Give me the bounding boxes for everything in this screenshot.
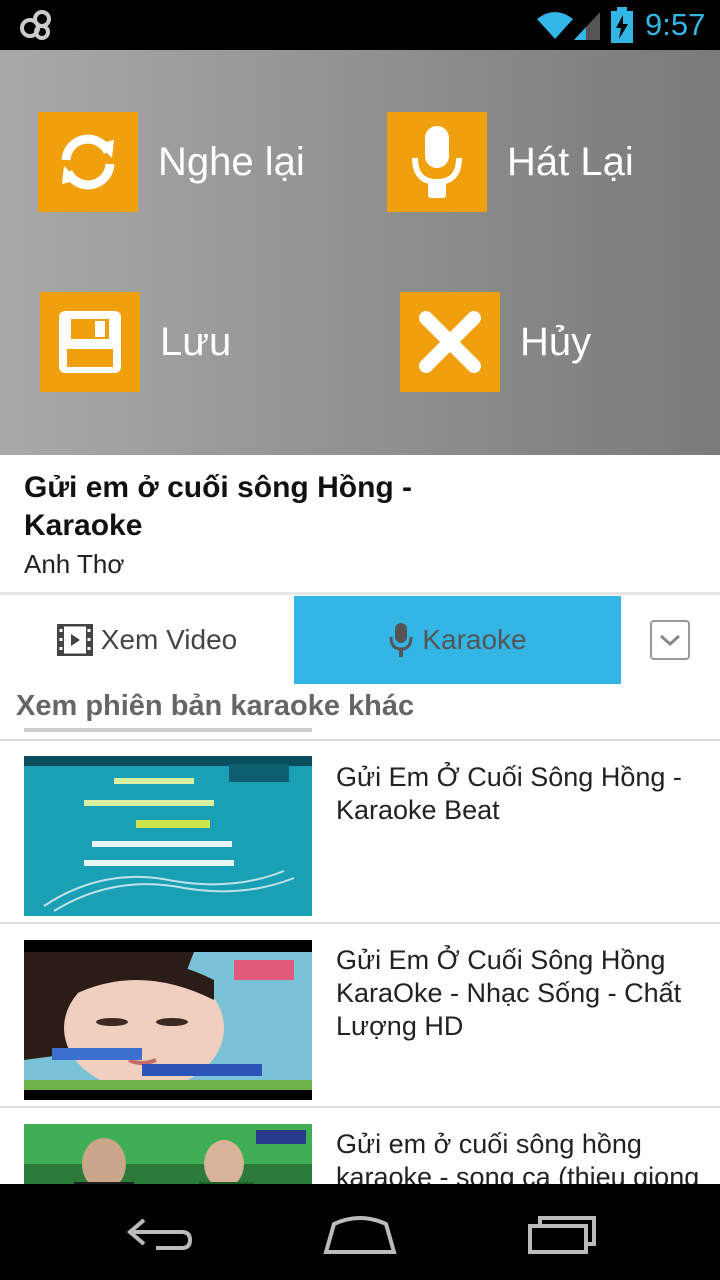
film-icon <box>56 624 93 656</box>
battery-icon <box>611 7 633 43</box>
video-thumbnail <box>24 940 312 1100</box>
list-item[interactable]: Gửi em ở cuối sông hồng karaoke - song c… <box>0 1108 720 1184</box>
clock: 9:57 <box>645 7 706 42</box>
tab-karaoke-label: Karaoke <box>422 624 527 655</box>
save-label: Lưu <box>160 319 232 364</box>
list-item[interactable]: Gửi Em Ở Cuối Sông Hồng KaraOke - Nhạc S… <box>0 924 720 1106</box>
cancel-button[interactable]: Hủy <box>400 292 591 392</box>
action-panel: Nghe lại Hát Lại Lưu Hủy <box>0 50 720 455</box>
song-title: Gửi em ở cuối sông Hồng - Karaoke <box>24 471 413 542</box>
microphone-icon <box>387 112 487 212</box>
song-info: Gửi em ở cuối sông Hồng - Karaoke Anh Th… <box>0 455 720 595</box>
status-bar: 9:57 <box>0 0 720 50</box>
save-icon <box>40 292 140 392</box>
navigation-bar <box>0 1184 720 1280</box>
section-underline <box>24 728 312 732</box>
dropdown-button[interactable] <box>650 620 690 660</box>
list-item[interactable]: Gửi Em Ở Cuối Sông Hồng - Karaoke Beat <box>0 741 720 923</box>
replay-icon <box>38 112 138 212</box>
home-icon[interactable] <box>322 1214 398 1254</box>
video-title: Gửi Em Ở Cuối Sông Hồng KaraOke - Nhạc S… <box>336 945 682 1041</box>
video-title: Gửi em ở cuối sông hồng karaoke - song c… <box>336 1129 700 1184</box>
back-icon[interactable] <box>126 1216 194 1252</box>
mode-tabs: Xem Video Karaoke <box>0 596 720 684</box>
tab-video[interactable]: Xem Video <box>0 596 294 684</box>
recent-apps-icon[interactable] <box>526 1214 598 1254</box>
app-notification-icon <box>20 10 51 40</box>
wifi-icon <box>537 12 573 39</box>
signal-icon <box>574 12 600 40</box>
cancel-label: Hủy <box>520 319 592 364</box>
video-thumbnail <box>24 1124 312 1184</box>
tab-karaoke[interactable]: Karaoke <box>294 596 621 684</box>
song-artist: Anh Thơ <box>24 549 125 579</box>
replay-button[interactable]: Nghe lại <box>38 112 305 212</box>
section-header: Xem phiên bản karaoke khác <box>16 690 415 722</box>
sing-again-button[interactable]: Hát Lại <box>387 112 634 212</box>
tab-video-label: Xem Video <box>100 624 238 655</box>
close-icon <box>400 292 500 392</box>
microphone-icon <box>389 623 413 657</box>
duet-singers-thumbnail <box>24 1124 312 1184</box>
save-button[interactable]: Lưu <box>40 292 231 392</box>
chevron-down-icon <box>660 634 680 647</box>
sing-again-label: Hát Lại <box>507 139 634 184</box>
divider <box>0 592 720 595</box>
video-title: Gửi Em Ở Cuối Sông Hồng - Karaoke Beat <box>336 762 682 825</box>
video-thumbnail <box>24 756 312 916</box>
singer-portrait-thumbnail <box>24 940 312 1100</box>
replay-label: Nghe lại <box>158 139 305 184</box>
karaoke-lyrics-thumbnail <box>24 756 312 916</box>
